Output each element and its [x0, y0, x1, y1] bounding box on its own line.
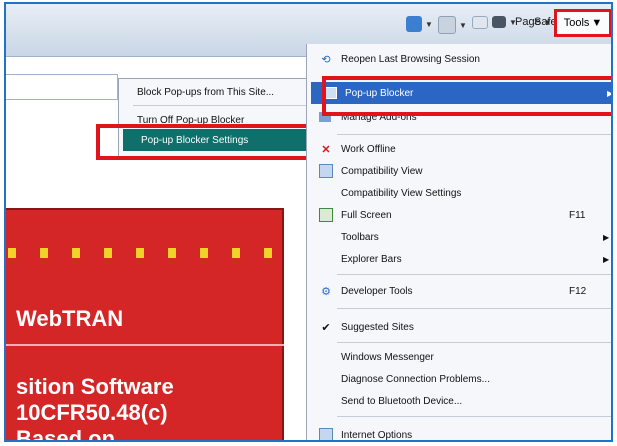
dot	[232, 248, 240, 258]
menu-item-label: Internet Options	[341, 429, 413, 441]
menu-item-windows-messenger[interactable]: Windows Messenger	[307, 346, 611, 368]
menu-item-label: Compatibility View	[341, 165, 423, 177]
banner-line: 10CFR50.48(c)	[16, 400, 168, 425]
fullscreen-icon	[319, 208, 333, 222]
dot	[8, 248, 16, 258]
dot	[264, 248, 272, 258]
menu-item-diagnose-connection[interactable]: Diagnose Connection Problems...	[307, 368, 611, 390]
menu-item-label: Work Offline	[341, 143, 396, 155]
tools-menu-button[interactable]: Tools ▼	[554, 9, 611, 37]
dot	[104, 248, 112, 258]
menu-item-label: Reopen Last Browsing Session	[341, 53, 480, 65]
menu-item-label: Full Screen	[341, 209, 392, 221]
menu-item-reopen-last-session[interactable]: ⟲ Reopen Last Browsing Session	[307, 48, 611, 70]
offline-icon: ✕	[321, 143, 331, 156]
highlight-box	[322, 76, 611, 116]
banner-line: Based on	[16, 426, 116, 442]
divider	[133, 105, 311, 106]
menu-item-label: Send to Bluetooth Device...	[341, 395, 463, 407]
highlight-box	[96, 124, 334, 160]
menu-item-label: Block Pop-ups from This Site...	[137, 86, 275, 98]
home-button[interactable]: ▼	[406, 16, 433, 32]
divider	[337, 134, 611, 135]
menu-item-compatibility-view[interactable]: Compatibility View	[307, 160, 611, 182]
dot	[72, 248, 80, 258]
tools-label: Tools	[563, 17, 590, 29]
banner-dots	[6, 248, 286, 258]
web-page: WebTRAN sition Software 10CFR50.48(c) Ba…	[6, 164, 304, 442]
menu-item-developer-tools[interactable]: ⚙ Developer Tools F12	[307, 280, 611, 302]
feeds-button[interactable]: ▼	[438, 16, 467, 34]
menu-item-full-screen[interactable]: Full Screen F11	[307, 204, 611, 226]
chevron-right-icon: ▶	[603, 232, 610, 242]
menu-item-block-popups[interactable]: Block Pop-ups from This Site...	[119, 81, 313, 103]
menu-item-work-offline[interactable]: ✕ Work Offline	[307, 138, 611, 160]
menu-item-label: Suggested Sites	[341, 321, 414, 333]
compat-icon	[319, 164, 333, 178]
menu-item-label: Compatibility View Settings	[341, 187, 462, 199]
chevron-right-icon: ▶	[603, 254, 610, 264]
dot	[136, 248, 144, 258]
address-bar[interactable]	[6, 74, 118, 100]
devtools-icon: ⚙	[321, 285, 331, 298]
divider	[337, 274, 611, 275]
menu-item-label: Diagnose Connection Problems...	[341, 373, 490, 385]
banner-line: WebTRAN	[16, 306, 124, 331]
banner-line: sition Software	[16, 374, 174, 399]
menu-item-label: Explorer Bars	[341, 253, 402, 265]
shortcut-label: F12	[569, 285, 587, 297]
banner-divider	[6, 344, 284, 346]
browser-window: ▼ ▼ ▼ Page▼ Safety▼ Tools▼	[4, 2, 613, 442]
menu-item-label: Developer Tools	[341, 285, 413, 297]
divider	[337, 342, 611, 343]
mail-icon	[472, 16, 488, 29]
options-icon	[319, 428, 333, 440]
print-icon	[492, 16, 506, 28]
shortcut-label: F11	[569, 209, 586, 221]
divider	[337, 416, 611, 417]
menu-item-suggested-sites[interactable]: ✔ Suggested Sites	[307, 316, 611, 338]
menu-item-internet-options[interactable]: Internet Options	[307, 424, 611, 441]
page-banner: WebTRAN sition Software 10CFR50.48(c) Ba…	[6, 208, 286, 442]
dot	[40, 248, 48, 258]
menu-item-label: Windows Messenger	[341, 351, 434, 363]
menu-item-send-bluetooth[interactable]: Send to Bluetooth Device...	[307, 390, 611, 412]
chevron-down-icon: ▼	[591, 17, 603, 29]
print-button[interactable]: ▼	[492, 16, 517, 28]
menu-item-toolbars[interactable]: Toolbars ▶	[307, 226, 611, 248]
menu-item-compatibility-view-settings[interactable]: Compatibility View Settings	[307, 182, 611, 204]
dot	[200, 248, 208, 258]
divider	[337, 308, 611, 309]
check-icon: ✔	[321, 321, 331, 334]
reopen-icon: ⟲	[321, 53, 331, 66]
dot	[168, 248, 176, 258]
home-icon	[406, 16, 422, 32]
feeds-icon	[438, 16, 456, 34]
menu-item-explorer-bars[interactable]: Explorer Bars ▶	[307, 248, 611, 270]
menu-item-label: Toolbars	[341, 231, 379, 243]
mail-button[interactable]	[472, 16, 488, 29]
